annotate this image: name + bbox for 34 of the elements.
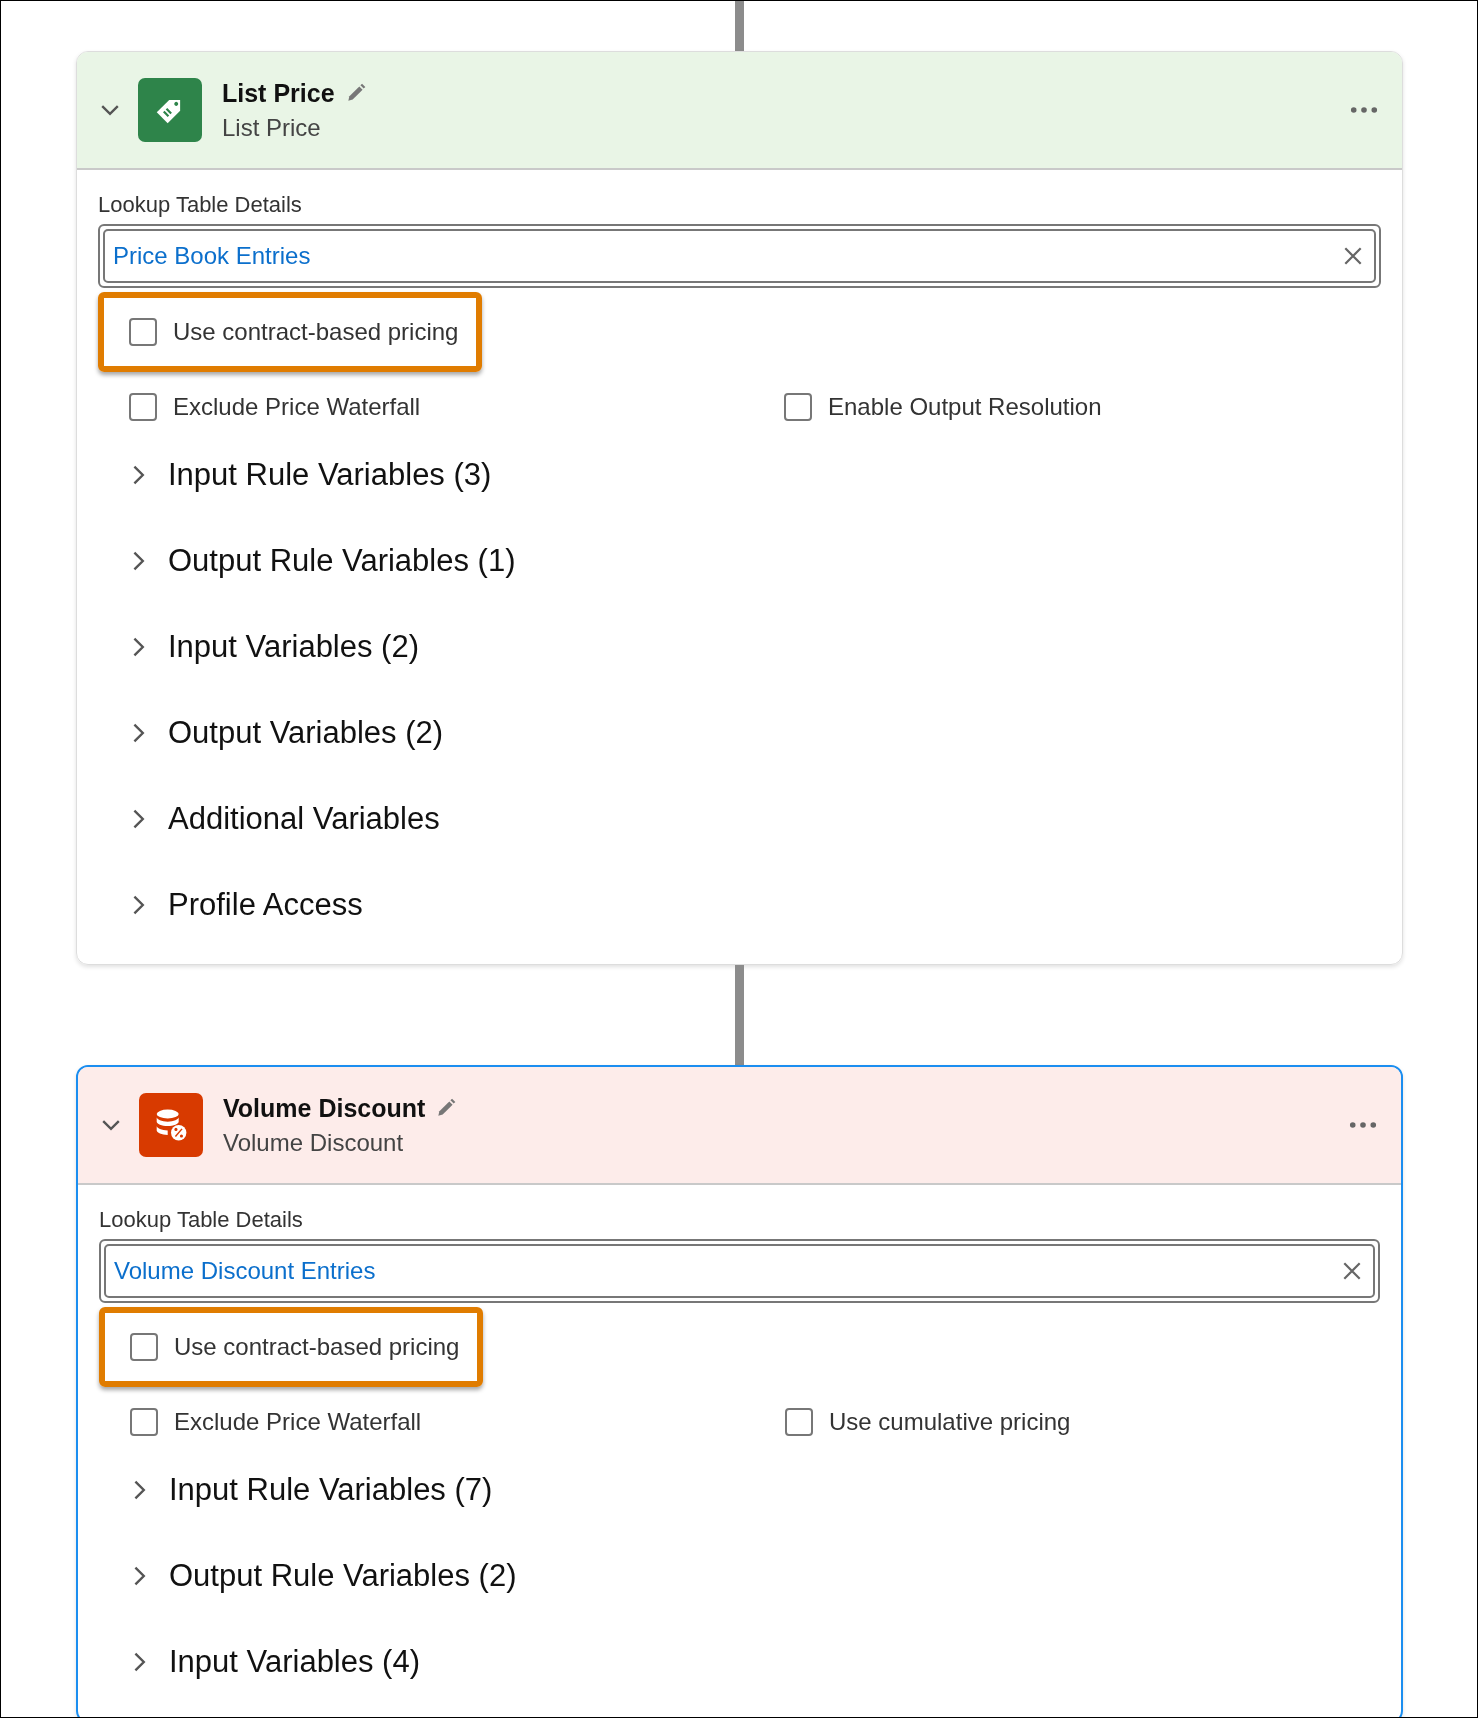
close-icon[interactable] — [1341, 1260, 1363, 1282]
checkbox[interactable] — [129, 393, 157, 421]
field-label: Lookup Table Details — [98, 192, 303, 218]
section-toggle[interactable]: Input Variables (4) — [99, 1619, 1380, 1705]
field-label: Lookup Table Details — [99, 1207, 304, 1233]
step-subtitle: List Price — [222, 113, 322, 142]
step-title: Volume Discount — [223, 1093, 426, 1123]
checkbox[interactable] — [784, 393, 812, 421]
lookup-field[interactable]: Price Book Entries — [98, 224, 1381, 288]
checkbox-label: Exclude Price Waterfall — [174, 1408, 422, 1436]
edit-icon[interactable] — [435, 1097, 458, 1119]
step-title: List Price — [222, 78, 335, 108]
close-icon[interactable] — [1342, 245, 1364, 267]
checkbox[interactable] — [130, 1408, 158, 1436]
checkbox-label: Exclude Price Waterfall — [173, 393, 421, 421]
checkbox-label: Use contract-based pricing — [174, 1333, 460, 1361]
checkbox[interactable] — [130, 1333, 158, 1361]
checkbox-label: Use cumulative pricing — [829, 1408, 1071, 1436]
checkbox-label: Use contract-based pricing — [173, 318, 459, 346]
checkbox[interactable] — [785, 1408, 813, 1436]
section-toggle[interactable]: Input Variables (2) — [98, 604, 1381, 690]
section-toggle[interactable]: Input Rule Variables (3) — [98, 432, 1381, 518]
lookup-field[interactable]: Volume Discount Entries — [99, 1239, 1380, 1303]
section-toggle[interactable]: Profile Access — [98, 862, 1381, 948]
checkbox[interactable] — [129, 318, 157, 346]
step-subtitle: Volume Discount — [223, 1128, 405, 1157]
more-options-icon[interactable] — [1350, 106, 1378, 114]
section-toggle[interactable]: Output Rule Variables (1) — [98, 518, 1381, 604]
section-toggle[interactable]: Output Rule Variables (2) — [99, 1533, 1380, 1619]
section-toggle[interactable]: Output Variables (2) — [98, 690, 1381, 776]
section-toggle[interactable]: Input Rule Variables (7) — [99, 1447, 1380, 1533]
section-toggle[interactable]: Additional Variables — [98, 776, 1381, 862]
more-options-icon[interactable] — [1349, 1121, 1377, 1129]
checkbox-label: Enable Output Resolution — [828, 393, 1102, 421]
